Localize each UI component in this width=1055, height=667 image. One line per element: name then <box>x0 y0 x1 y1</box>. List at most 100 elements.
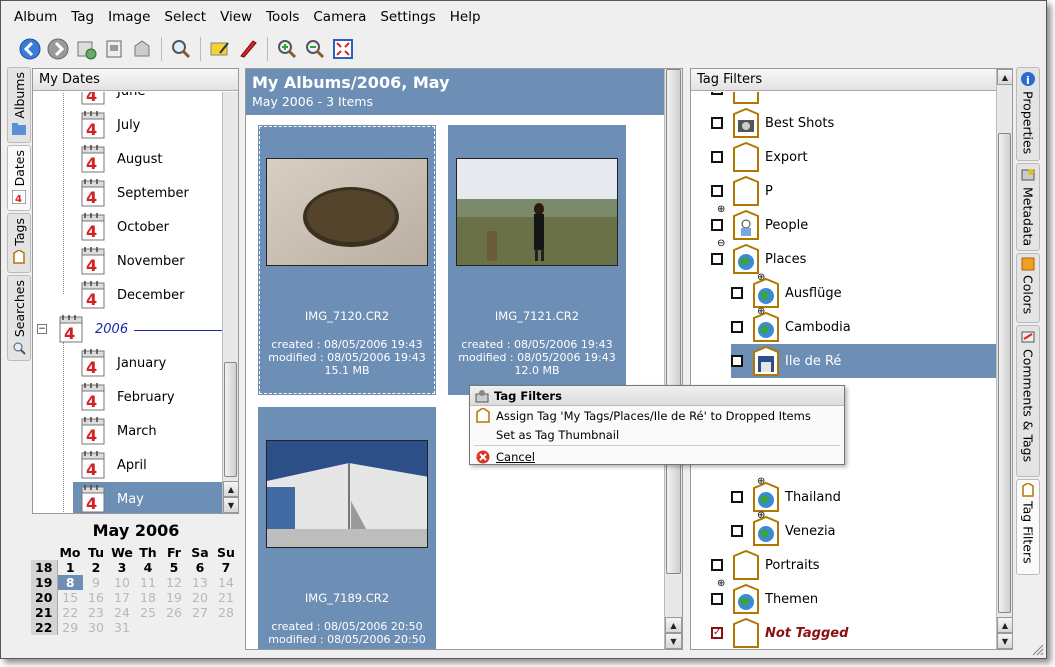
scroll-up-button[interactable]: ▲ <box>997 69 1012 85</box>
tag-row[interactable]: Export <box>711 140 808 174</box>
new-album-button[interactable] <box>73 36 99 62</box>
tab-albums[interactable]: Albums <box>7 67 31 143</box>
edit-image-button[interactable] <box>207 36 233 62</box>
date-month-item[interactable]: 4 October <box>77 210 169 244</box>
calendar-day[interactable]: 18 <box>135 590 161 605</box>
calendar-day[interactable]: 23 <box>83 605 109 620</box>
calendar-day[interactable]: 4 <box>135 560 161 575</box>
tag-row[interactable]: ⊕ Themen <box>711 578 818 616</box>
calendar-day[interactable]: 21 <box>213 590 239 605</box>
scroll-down-button[interactable]: ▼ <box>997 633 1012 649</box>
tag-checkbox[interactable] <box>711 593 723 605</box>
date-month-item[interactable]: 4 March <box>73 414 157 448</box>
delete-album-button[interactable] <box>129 36 155 62</box>
tag-checkbox-checked[interactable]: ✓ <box>711 627 723 639</box>
calendar-day[interactable]: 14 <box>213 575 239 590</box>
date-month-item[interactable]: 4 May <box>73 482 223 513</box>
calendar-day[interactable]: 31 <box>109 620 135 635</box>
forward-button[interactable] <box>45 36 71 62</box>
zoom-in-button[interactable] <box>274 36 300 62</box>
calendar-day[interactable]: 15 <box>57 590 83 605</box>
tag-row[interactable]: Portraits <box>711 548 820 582</box>
expand-toggle[interactable]: ⊕ <box>717 204 725 215</box>
calendar-day[interactable]: 9 <box>83 575 109 590</box>
calendar-day[interactable]: 8 <box>57 575 83 590</box>
back-button[interactable] <box>17 36 43 62</box>
tag-checkbox[interactable] <box>711 185 723 197</box>
tag-row[interactable]: P <box>711 174 773 208</box>
calendar-day[interactable]: 2 <box>83 560 109 575</box>
album-scrollbar[interactable]: ▲ ▼ <box>664 69 682 649</box>
tag-checkbox[interactable] <box>711 219 723 231</box>
tab-properties[interactable]: i Properties <box>1016 67 1040 161</box>
tab-tags[interactable]: Tags <box>7 213 31 273</box>
tag-checkbox[interactable] <box>711 559 723 571</box>
scroll-down-button[interactable]: ▼ <box>223 497 238 513</box>
date-month-item[interactable]: 4 February <box>73 380 175 414</box>
calendar-day[interactable]: 20 <box>187 590 213 605</box>
calendar-day[interactable]: 19 <box>161 590 187 605</box>
collapse-toggle[interactable]: − <box>37 324 47 334</box>
pencil-button[interactable] <box>235 36 261 62</box>
resize-grip-icon[interactable] <box>1030 642 1044 656</box>
date-month-item[interactable]: 4 June <box>77 92 145 108</box>
calendar-day[interactable]: 12 <box>161 575 187 590</box>
tag-checkbox[interactable] <box>731 287 743 299</box>
tag-checkbox[interactable] <box>731 355 743 367</box>
album-properties-button[interactable] <box>101 36 127 62</box>
image-thumbnail-card[interactable]: IMG_7189.CR2 created : 08/05/2006 20:50 mo… <box>258 407 436 649</box>
menu-select[interactable]: Select <box>164 9 206 25</box>
date-month-item[interactable]: 4 July <box>77 108 140 142</box>
tag-checkbox[interactable] <box>711 151 723 163</box>
tag-row[interactable]: ✓ Not Tagged <box>711 616 848 649</box>
tag-row[interactable] <box>711 92 765 106</box>
date-month-item[interactable]: 4 September <box>77 176 189 210</box>
calendar-day[interactable]: 24 <box>109 605 135 620</box>
menu-camera[interactable]: Camera <box>313 9 366 25</box>
calendar-day[interactable]: 3 <box>109 560 135 575</box>
image-thumbnail-card[interactable]: IMG_7120.CR2 created : 08/05/2006 19:43 mo… <box>258 125 436 395</box>
calendar-day[interactable] <box>187 620 213 635</box>
calendar-day[interactable]: 6 <box>187 560 213 575</box>
tab-colors[interactable]: Colors <box>1016 253 1040 323</box>
date-month-item[interactable]: 4 January <box>73 346 166 380</box>
tags-scrollbar-thumb[interactable] <box>998 133 1011 613</box>
album-scrollbar-thumb[interactable] <box>666 69 681 574</box>
search-button[interactable] <box>168 36 194 62</box>
zoom-out-button[interactable] <box>302 36 328 62</box>
image-thumbnail-card[interactable]: IMG_7121.CR2 created : 08/05/2006 19:43 mo… <box>448 125 626 395</box>
calendar-day[interactable]: 1 <box>57 560 83 575</box>
calendar-day[interactable]: 26 <box>161 605 187 620</box>
calendar-day[interactable] <box>135 620 161 635</box>
tag-row[interactable]: Best Shots <box>711 106 834 140</box>
calendar-day[interactable]: 7 <box>213 560 239 575</box>
calendar-day[interactable]: 17 <box>109 590 135 605</box>
menu-album[interactable]: Album <box>14 9 57 25</box>
calendar-day[interactable]: 13 <box>187 575 213 590</box>
tab-searches[interactable]: Searches <box>7 275 31 361</box>
tag-checkbox[interactable] <box>731 321 743 333</box>
dates-scrollbar-thumb[interactable] <box>224 362 237 477</box>
tag-checkbox[interactable] <box>731 525 743 537</box>
calendar-day[interactable] <box>161 620 187 635</box>
date-month-item[interactable]: 4 April <box>73 448 147 482</box>
tag-row[interactable]: ⊕ Ausflüge <box>731 272 842 310</box>
tag-row[interactable]: ⊕ Thailand <box>731 476 841 514</box>
date-month-item[interactable]: 4 December <box>77 278 184 312</box>
tag-row[interactable]: Ile de Ré <box>731 344 996 378</box>
calendar-day[interactable]: 30 <box>83 620 109 635</box>
menu-settings[interactable]: Settings <box>380 9 435 25</box>
fullscreen-button[interactable] <box>330 36 356 62</box>
tags-scrollbar[interactable]: ▲ ▲ ▼ <box>996 69 1012 649</box>
calendar-day[interactable]: 29 <box>57 620 83 635</box>
tag-checkbox[interactable] <box>731 491 743 503</box>
menu-view[interactable]: View <box>220 9 252 25</box>
tab-tag-filters[interactable]: Tag Filters <box>1016 479 1040 575</box>
calendar-day[interactable]: 28 <box>213 605 239 620</box>
calendar-day[interactable]: 25 <box>135 605 161 620</box>
menu-image[interactable]: Image <box>108 9 150 25</box>
calendar-day[interactable]: 10 <box>109 575 135 590</box>
cancel-menu-item[interactable]: Cancel <box>470 447 844 466</box>
date-year-item[interactable]: − 4 2006 <box>37 312 223 346</box>
set-tag-thumbnail-menu-item[interactable]: Set as Tag Thumbnail <box>470 425 844 444</box>
